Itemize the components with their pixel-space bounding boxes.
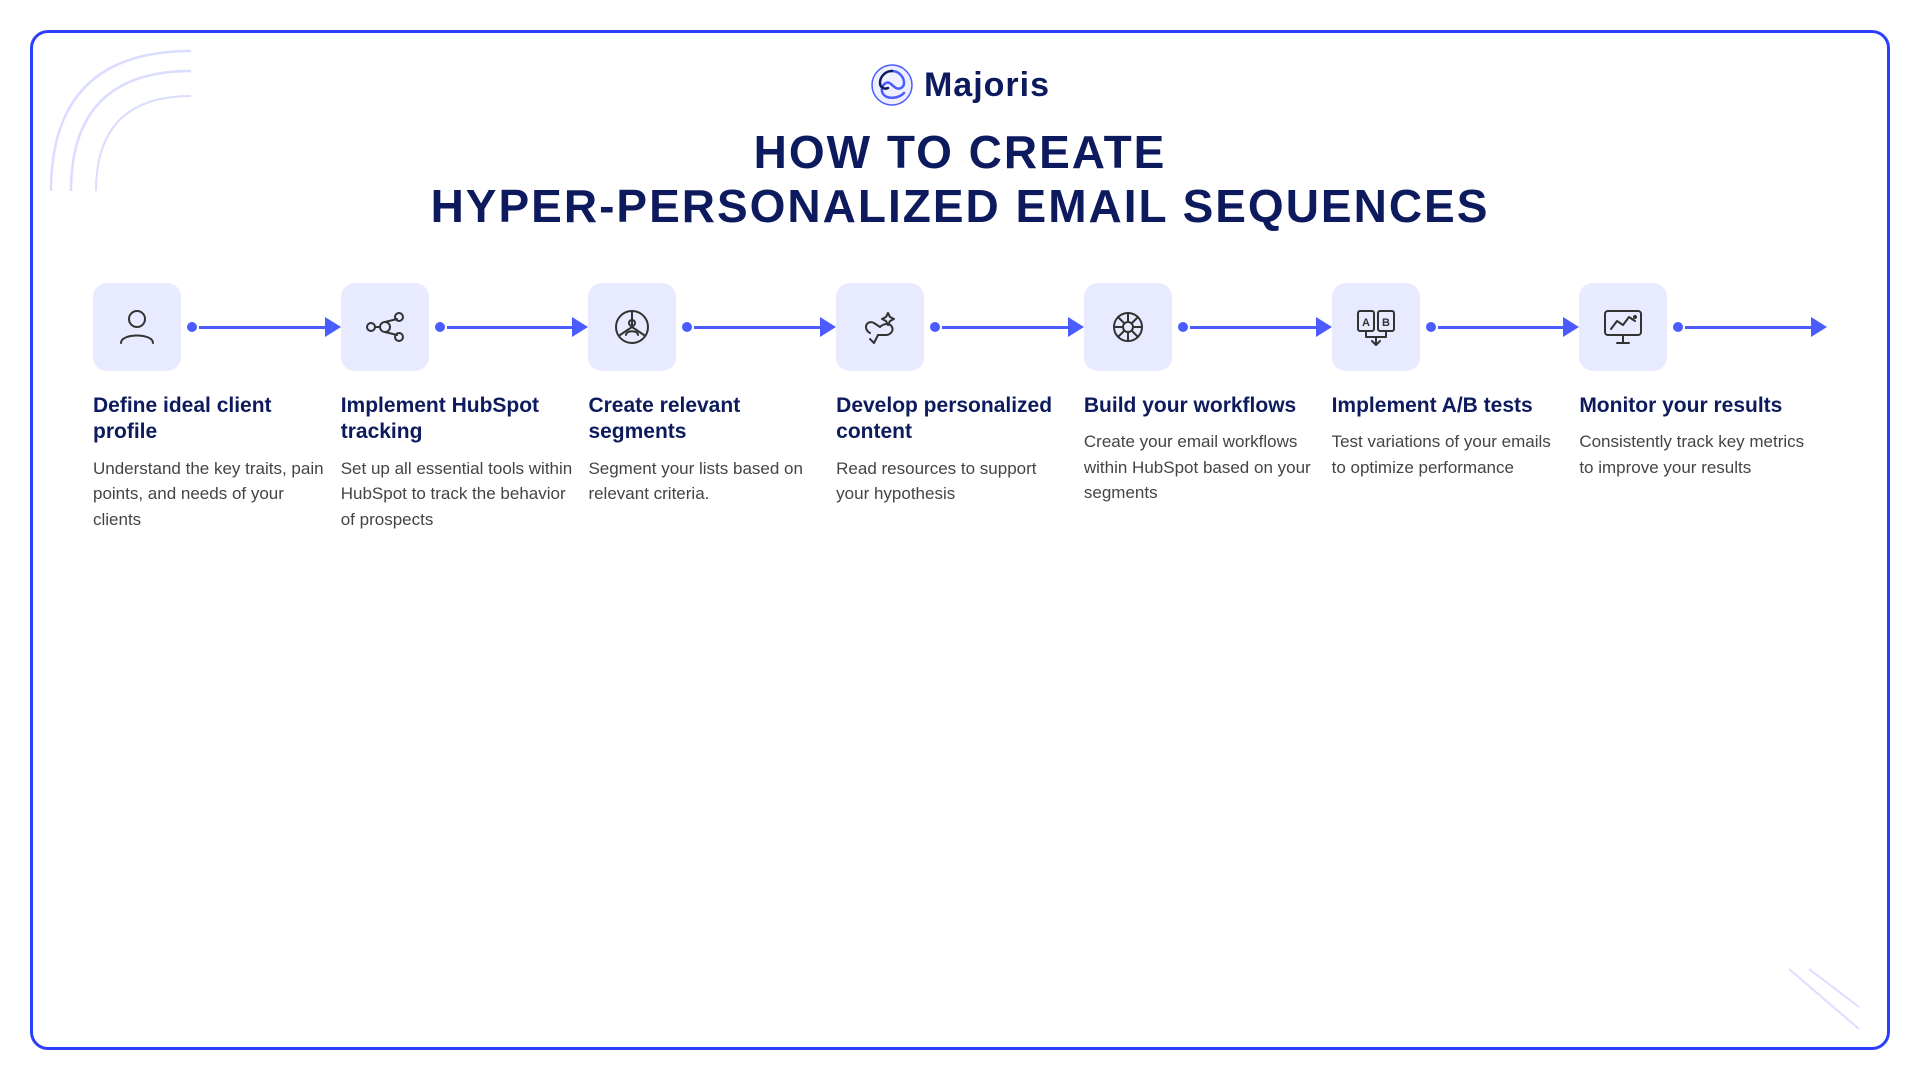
monitor-icon [1599, 303, 1647, 351]
step-3-icon-row [588, 283, 836, 371]
step-1-arrow [187, 317, 341, 337]
workflow-icon [1104, 303, 1152, 351]
majoris-logo-icon [870, 63, 914, 107]
logo-area: Majoris [870, 63, 1050, 107]
step-3-body: Segment your lists based on relevant cri… [588, 456, 836, 507]
step-2-icon-box [341, 283, 429, 371]
step-1-icon-row [93, 283, 341, 371]
step-4-icon-row [836, 283, 1084, 371]
step-2: Implement HubSpot tracking Set up all es… [341, 283, 589, 532]
step-1-icon-box [93, 283, 181, 371]
step-6-heading: Implement A/B tests [1332, 393, 1543, 419]
step-4: Develop personalized content Read resour… [836, 283, 1084, 507]
step-5-heading: Build your workflows [1084, 393, 1306, 419]
step-1-heading: Define ideal client profile [93, 393, 341, 446]
brand-name: Majoris [924, 66, 1050, 105]
steps-container: Define ideal client profile Understand t… [93, 283, 1827, 532]
step-3-heading: Create relevant segments [588, 393, 836, 446]
step-7: Monitor your results Consistently track … [1579, 283, 1827, 480]
step-2-arrow [435, 317, 589, 337]
step-2-body: Set up all essential tools within HubSpo… [341, 456, 589, 533]
svg-text:B: B [1382, 317, 1390, 329]
step-5-icon-box [1084, 283, 1172, 371]
hubspot-icon [361, 303, 409, 351]
step-4-icon-box [836, 283, 924, 371]
step-7-icon-row [1579, 283, 1827, 371]
step-5-icon-row [1084, 283, 1332, 371]
step-6-arrow [1426, 317, 1580, 337]
step-7-body: Consistently track key metrics to improv… [1579, 429, 1827, 480]
corner-decoration-top-left [41, 41, 201, 201]
title-line1: HOW TO CREATE [431, 125, 1490, 179]
segments-icon [608, 303, 656, 351]
step-1-body: Understand the key traits, pain points, … [93, 456, 341, 533]
step-2-heading: Implement HubSpot tracking [341, 393, 589, 446]
step-7-icon-box [1579, 283, 1667, 371]
main-title: HOW TO CREATE HYPER-PERSONALIZED EMAIL S… [431, 125, 1490, 233]
step-5-body: Create your email workflows within HubSp… [1084, 429, 1332, 506]
step-6-icon-row: A B [1332, 283, 1580, 371]
step-3: Create relevant segments Segment your li… [588, 283, 836, 507]
step-5: Build your workflows Create your email w… [1084, 283, 1332, 506]
corner-decoration-bottom-right [1779, 959, 1879, 1039]
content-icon [856, 303, 904, 351]
person-icon [113, 303, 161, 351]
step-5-arrow [1178, 317, 1332, 337]
step-3-icon-box [588, 283, 676, 371]
step-4-body: Read resources to support your hypothesi… [836, 456, 1084, 507]
step-7-heading: Monitor your results [1579, 393, 1792, 419]
step-3-arrow [682, 317, 836, 337]
step-4-heading: Develop personalized content [836, 393, 1084, 446]
abtest-icon: A B [1352, 303, 1400, 351]
step-1: Define ideal client profile Understand t… [93, 283, 341, 532]
step-6-body: Test variations of your emails to optimi… [1332, 429, 1580, 480]
title-line2: HYPER-PERSONALIZED EMAIL SEQUENCES [431, 179, 1490, 233]
step-4-arrow [930, 317, 1084, 337]
step-7-arrow [1673, 317, 1827, 337]
svg-text:A: A [1362, 317, 1370, 329]
step-6-icon-box: A B [1332, 283, 1420, 371]
main-container: Majoris HOW TO CREATE HYPER-PERSONALIZED… [30, 30, 1890, 1050]
step-6: A B Implement A/B tests Test variations … [1332, 283, 1580, 480]
step-2-icon-row [341, 283, 589, 371]
